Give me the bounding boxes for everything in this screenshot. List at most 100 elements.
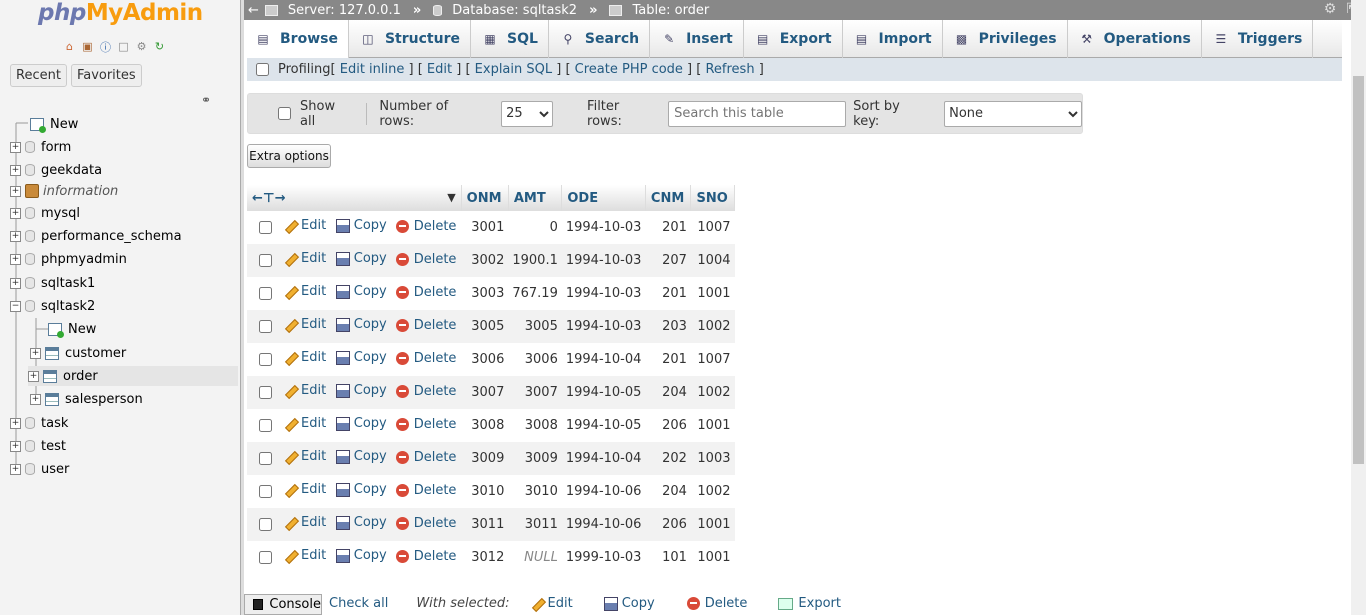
copy-button[interactable]: Copy (335, 383, 387, 398)
cell-amt[interactable]: NULL (508, 541, 562, 574)
copy-button[interactable]: Copy (335, 350, 387, 365)
edit-button[interactable]: Edit (283, 449, 326, 464)
delete-button[interactable]: Delete (395, 351, 456, 366)
cell-sno[interactable]: 1003 (690, 442, 735, 475)
delete-button[interactable]: Delete (395, 516, 456, 531)
cell-amt[interactable]: 3006 (508, 343, 562, 376)
bulk-export-button[interactable]: Export (778, 596, 841, 611)
expand-icon[interactable]: + (10, 207, 21, 219)
show-all-checkbox[interactable] (278, 107, 291, 120)
row-checkbox[interactable] (259, 319, 272, 333)
cell-cnm[interactable]: 207 (645, 244, 691, 277)
cell-amt[interactable]: 3005 (508, 310, 562, 343)
expand-icon[interactable]: + (10, 141, 21, 153)
cell-amt[interactable]: 3009 (508, 442, 562, 475)
sort-by-key-select[interactable]: None (944, 100, 1082, 127)
copy-button[interactable]: Copy (335, 482, 387, 497)
expand-icon[interactable]: + (30, 347, 41, 359)
tree-item-salesperson[interactable]: + salesperson (30, 389, 143, 409)
cell-onm[interactable]: 3007 (461, 376, 509, 409)
cell-sno[interactable]: 1001 (690, 541, 735, 574)
copy-button[interactable]: Copy (335, 548, 387, 563)
cell-ode[interactable]: 1994-10-03 (561, 310, 646, 343)
tree-item-customer[interactable]: + customer (30, 343, 126, 363)
expand-icon[interactable]: + (10, 277, 21, 289)
console-button[interactable]: Console (244, 594, 322, 615)
cell-onm[interactable]: 3003 (461, 277, 509, 310)
bulk-delete-button[interactable]: Delete (686, 596, 747, 611)
cell-cnm[interactable]: 203 (645, 310, 691, 343)
expand-icon[interactable]: + (10, 230, 21, 242)
cell-ode[interactable]: 1994-10-04 (561, 343, 646, 376)
tab-browse[interactable]: ▤ Browse (244, 20, 349, 58)
cell-amt[interactable]: 767.19 (508, 277, 562, 310)
copy-button[interactable]: Copy (335, 251, 387, 266)
row-checkbox[interactable] (259, 385, 272, 399)
cell-sno[interactable]: 1007 (690, 343, 735, 376)
column-header-onm[interactable]: ONM (461, 185, 509, 211)
cell-onm[interactable]: 3001 (461, 211, 509, 244)
tree-item-sqltask1[interactable]: + sqltask1 (10, 273, 95, 293)
bulk-copy-button[interactable]: Copy (603, 596, 655, 611)
cell-onm[interactable]: 3012 (461, 541, 509, 574)
filter-rows-input[interactable] (668, 100, 847, 127)
column-header-sno[interactable]: SNO (690, 185, 735, 211)
number-of-rows-select[interactable]: 25 (501, 100, 554, 127)
collapse-arrow-icon[interactable]: ← (248, 3, 259, 18)
tree-item-performance-schema[interactable]: + performance_schema (10, 226, 182, 246)
breadcrumb-server[interactable]: Server: 127.0.0.1 (288, 3, 401, 18)
tree-item-order[interactable]: + order (28, 366, 238, 386)
tab-export[interactable]: ▤ Export (744, 20, 843, 58)
tree-item-phpmyadmin[interactable]: + phpmyadmin (10, 249, 127, 269)
column-header-ode[interactable]: ODE (561, 185, 646, 211)
tree-item-task[interactable]: + task (10, 413, 68, 433)
expand-icon[interactable]: + (10, 463, 21, 475)
cell-ode[interactable]: 1994-10-06 (561, 475, 646, 508)
delete-button[interactable]: Delete (395, 219, 456, 234)
copy-button[interactable]: Copy (335, 515, 387, 530)
edit-button[interactable]: Edit (283, 383, 326, 398)
edit-button[interactable]: Edit (283, 317, 326, 332)
cell-amt[interactable]: 1900.1 (508, 244, 562, 277)
cell-cnm[interactable]: 206 (645, 508, 691, 541)
tree-item-information[interactable]: + information (10, 181, 118, 201)
copy-button[interactable]: Copy (335, 416, 387, 431)
copy-button[interactable]: Copy (335, 449, 387, 464)
row-checkbox[interactable] (259, 220, 272, 234)
profiling-link-refresh[interactable]: Refresh (705, 62, 754, 77)
copy-button[interactable]: Copy (335, 284, 387, 299)
cell-cnm[interactable]: 204 (645, 475, 691, 508)
tab-import[interactable]: ▤ Import (843, 20, 943, 58)
delete-button[interactable]: Delete (395, 285, 456, 300)
tree-item-user[interactable]: + user (10, 459, 69, 479)
edit-button[interactable]: Edit (283, 482, 326, 497)
tree-item-sqltask2[interactable]: − sqltask2 (10, 296, 95, 316)
cell-ode[interactable]: 1994-10-06 (561, 508, 646, 541)
sort-triangle-icon[interactable]: ▼ (447, 191, 455, 204)
cell-sno[interactable]: 1001 (690, 508, 735, 541)
cell-sno[interactable]: 1007 (690, 211, 735, 244)
gear-icon[interactable]: ⚙ (1324, 1, 1337, 17)
delete-button[interactable]: Delete (395, 318, 456, 333)
row-checkbox[interactable] (259, 352, 272, 366)
row-checkbox[interactable] (259, 550, 272, 564)
nav-resizer[interactable] (241, 0, 244, 615)
profiling-link-edit[interactable]: Edit (427, 62, 452, 77)
extra-options-button[interactable]: Extra options (247, 144, 331, 168)
row-checkbox[interactable] (259, 484, 272, 498)
cell-ode[interactable]: 1994-10-04 (561, 442, 646, 475)
row-checkbox[interactable] (259, 451, 272, 465)
breadcrumb-database[interactable]: Database: sqltask2 (452, 3, 577, 18)
profiling-link-edit-inline[interactable]: Edit inline (340, 62, 405, 77)
copy-button[interactable]: Copy (335, 317, 387, 332)
edit-button[interactable]: Edit (283, 284, 326, 299)
cell-ode[interactable]: 1994-10-05 (561, 376, 646, 409)
scrollbar-thumb[interactable] (1353, 76, 1364, 464)
edit-button[interactable]: Edit (283, 416, 326, 431)
tab-sql[interactable]: ▦ SQL (471, 20, 549, 58)
cell-amt[interactable]: 3011 (508, 508, 562, 541)
tab-privileges[interactable]: ▩ Privileges (943, 20, 1068, 58)
cell-sno[interactable]: 1001 (690, 277, 735, 310)
cell-onm[interactable]: 3009 (461, 442, 509, 475)
cell-ode[interactable]: 1999-10-03 (561, 541, 646, 574)
